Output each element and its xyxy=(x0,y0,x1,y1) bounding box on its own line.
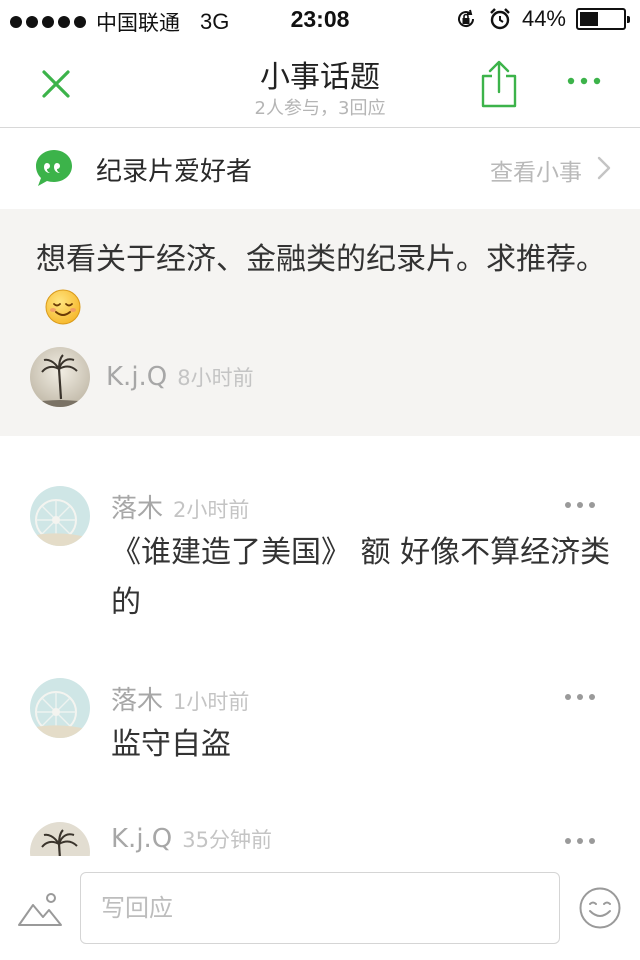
page-subtitle: 2人参与，3回应 xyxy=(254,98,386,119)
comment-text: 《谁建造了美国》 额 好像不算经济类的 xyxy=(111,535,611,620)
view-topic-link[interactable]: 查看小事 xyxy=(490,153,582,187)
emoji-icon[interactable] xyxy=(578,886,622,930)
quote-bubble-icon xyxy=(36,150,72,186)
more-icon[interactable] xyxy=(564,500,596,510)
comment-time: 2小时前 xyxy=(173,498,250,522)
comment-time: 35分钟前 xyxy=(182,828,273,852)
post-author-row[interactable]: K.j.Q 8小时前 xyxy=(30,347,254,407)
reply-bar xyxy=(0,856,640,960)
more-icon[interactable] xyxy=(564,692,596,702)
battery-level-fill xyxy=(580,12,599,26)
comment-header: K.j.Q 35分钟前 xyxy=(111,824,272,854)
nav-bar: 小事话题 2人参与，3回应 xyxy=(0,40,640,128)
topic-row[interactable]: 纪录片爱好者 查看小事 xyxy=(0,129,640,209)
comment-header: 落木 2小时前 xyxy=(111,488,249,525)
reply-input[interactable] xyxy=(80,872,560,944)
battery-icon xyxy=(576,8,630,30)
post-body: 想看关于经济、金融类的纪录片。求推荐。 xyxy=(36,235,606,335)
post-time: 8小时前 xyxy=(177,366,254,390)
main-post: 想看关于经济、金融类的纪录片。求推荐。 K.j.Q 8小时前 xyxy=(0,209,640,436)
battery-percent: 44% xyxy=(521,6,566,31)
alarm-icon xyxy=(490,8,510,30)
comment-text: 监守自盗 xyxy=(111,727,231,762)
rotation-lock-icon xyxy=(457,9,474,28)
more-icon[interactable] xyxy=(564,836,596,846)
share-icon[interactable] xyxy=(478,60,520,108)
comment-author[interactable]: 落木 xyxy=(111,680,163,717)
post-text: 想看关于经济、金融类的纪录片。求推荐。 xyxy=(36,242,606,277)
status-bar-right: 44% xyxy=(454,6,630,32)
topic-name: 纪录片爱好者 xyxy=(96,157,253,187)
status-bar: 中国联通 3G 23:08 44% xyxy=(0,0,640,40)
comment-item: 落木 2小时前 《谁建造了美国》 额 好像不算经济类的 xyxy=(0,486,640,626)
avatar[interactable] xyxy=(30,486,90,546)
post-author-name[interactable]: K.j.Q xyxy=(106,362,167,392)
avatar[interactable] xyxy=(30,347,90,407)
avatar[interactable] xyxy=(30,678,90,738)
comment-author[interactable]: 落木 xyxy=(111,488,163,525)
smiling-face-emoji xyxy=(45,289,81,325)
comment-header: 落木 1小时前 xyxy=(111,680,249,717)
comment-author[interactable]: K.j.Q xyxy=(111,824,172,854)
comment-item: K.j.Q 35分钟前 xyxy=(0,822,640,856)
photo-icon[interactable] xyxy=(16,889,64,929)
comment-item: 落木 1小时前 监守自盗 xyxy=(0,678,640,778)
chevron-right-icon[interactable] xyxy=(596,155,612,181)
avatar[interactable] xyxy=(30,822,90,856)
page-title: 小事话题 xyxy=(260,60,380,95)
comment-time: 1小时前 xyxy=(173,690,250,714)
more-icon[interactable] xyxy=(566,74,602,88)
